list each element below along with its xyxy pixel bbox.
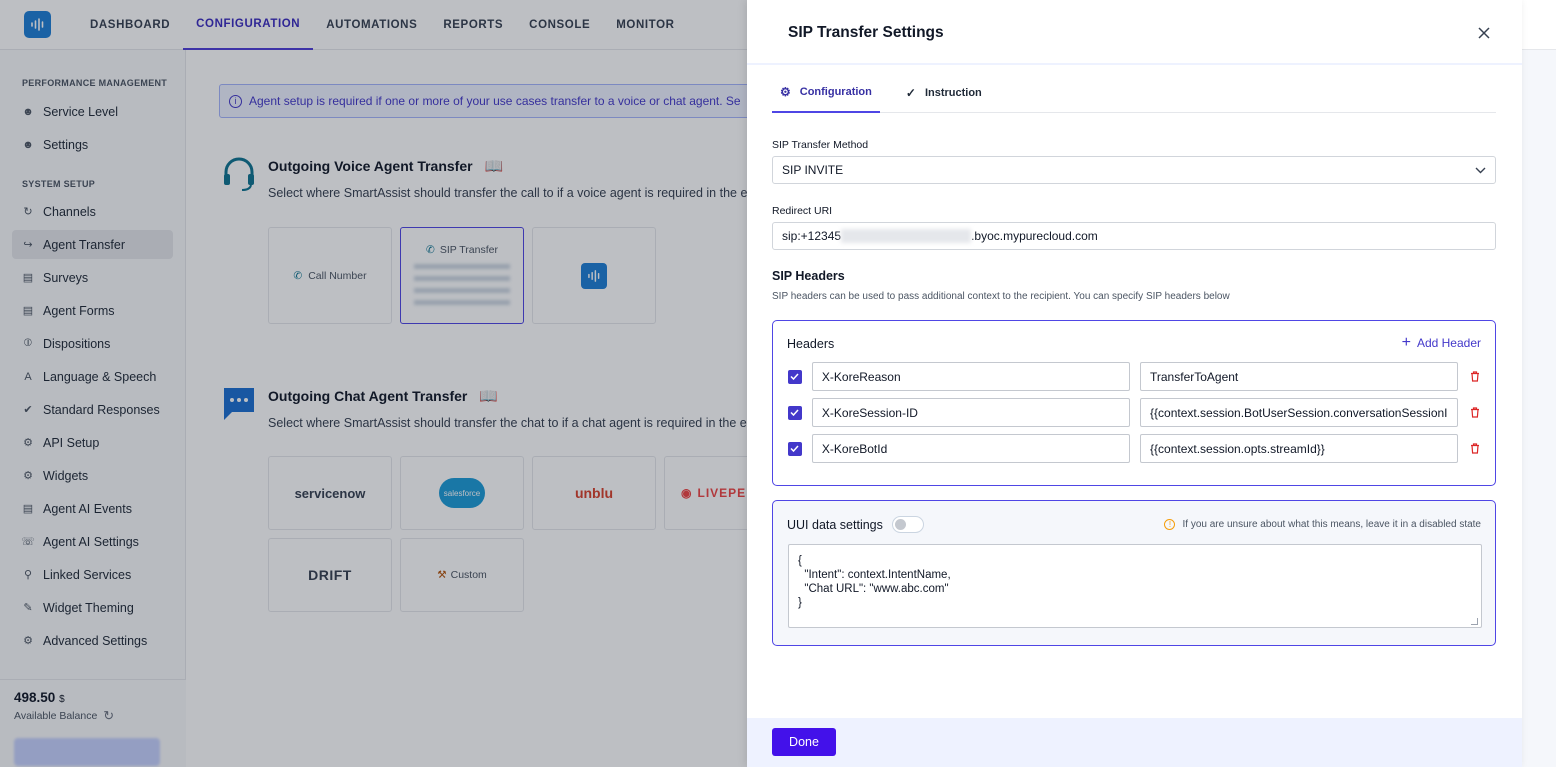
header-row: X-KoreReason TransferToAgent (788, 362, 1482, 391)
drawer-footer: Done (747, 718, 1522, 767)
tab-configuration[interactable]: ⚙ Configuration (772, 72, 880, 113)
tab-label: Instruction (925, 87, 982, 99)
sip-headers-desc: SIP headers can be used to pass addition… (772, 291, 1230, 302)
headers-panel: Headers + Add Header X-KoreReason Transf… (772, 320, 1496, 486)
headers-panel-title: Headers (787, 337, 834, 351)
uui-settings-panel: UUI data settings ! If you are unsure ab… (772, 500, 1496, 646)
header-row: X-KoreBotId {{context.session.opts.strea… (788, 434, 1482, 463)
header-key-input[interactable]: X-KoreBotId (812, 434, 1130, 463)
uui-hint-text: If you are unsure about what this means,… (1182, 519, 1481, 530)
pin-icon: ✓ (906, 86, 916, 100)
header-value-input[interactable]: {{context.session.BotUserSession.convers… (1140, 398, 1458, 427)
plus-icon: + (1402, 337, 1411, 349)
drawer-header-divider (747, 63, 1522, 65)
sip-method-label: SIP Transfer Method (772, 139, 868, 151)
header-value-input[interactable]: {{context.session.opts.streamId}} (1140, 434, 1458, 463)
sip-method-value: SIP INVITE (782, 163, 843, 177)
sip-transfer-drawer: SIP Transfer Settings ⚙ Configuration ✓ … (747, 0, 1522, 767)
header-key-input[interactable]: X-KoreSession-ID (812, 398, 1130, 427)
trash-icon[interactable] (1468, 370, 1482, 384)
redirect-uri-label: Redirect URI (772, 205, 832, 217)
chevron-down-icon (1475, 163, 1486, 177)
add-header-button[interactable]: + Add Header (1402, 336, 1481, 350)
trash-icon[interactable] (1468, 442, 1482, 456)
header-checkbox[interactable] (788, 370, 802, 384)
add-header-label: Add Header (1417, 336, 1481, 350)
drawer-title: SIP Transfer Settings (788, 24, 944, 42)
header-value-input[interactable]: TransferToAgent (1140, 362, 1458, 391)
tab-instruction[interactable]: ✓ Instruction (898, 72, 990, 113)
close-icon[interactable] (1476, 25, 1492, 41)
tab-label: Configuration (800, 86, 872, 98)
modal-backdrop[interactable] (0, 0, 747, 767)
header-checkbox[interactable] (788, 406, 802, 420)
header-checkbox[interactable] (788, 442, 802, 456)
textarea-resize-handle[interactable] (1471, 618, 1478, 625)
uui-toggle[interactable] (892, 516, 924, 533)
header-row: X-KoreSession-ID {{context.session.BotUs… (788, 398, 1482, 427)
redirect-uri-suffix: .byoc.mypurecloud.com (971, 229, 1098, 243)
sip-headers-title: SIP Headers (772, 269, 845, 283)
done-button[interactable]: Done (772, 728, 836, 756)
warning-icon: ! (1164, 519, 1175, 530)
uui-title: UUI data settings (787, 518, 883, 532)
uui-hint: ! If you are unsure about what this mean… (1164, 519, 1481, 530)
redirect-uri-prefix: sip:+12345 (782, 229, 841, 243)
uui-json-textarea[interactable]: { "Intent": context.IntentName, "Chat UR… (788, 544, 1482, 628)
sip-method-select[interactable]: SIP INVITE (772, 156, 1496, 184)
trash-icon[interactable] (1468, 406, 1482, 420)
header-key-input[interactable]: X-KoreReason (812, 362, 1130, 391)
redacted-text (841, 229, 971, 243)
drawer-tabs: ⚙ Configuration ✓ Instruction (772, 72, 1496, 113)
gear-icon: ⚙ (780, 85, 791, 99)
redirect-uri-input[interactable]: sip:+12345 .byoc.mypurecloud.com (772, 222, 1496, 250)
